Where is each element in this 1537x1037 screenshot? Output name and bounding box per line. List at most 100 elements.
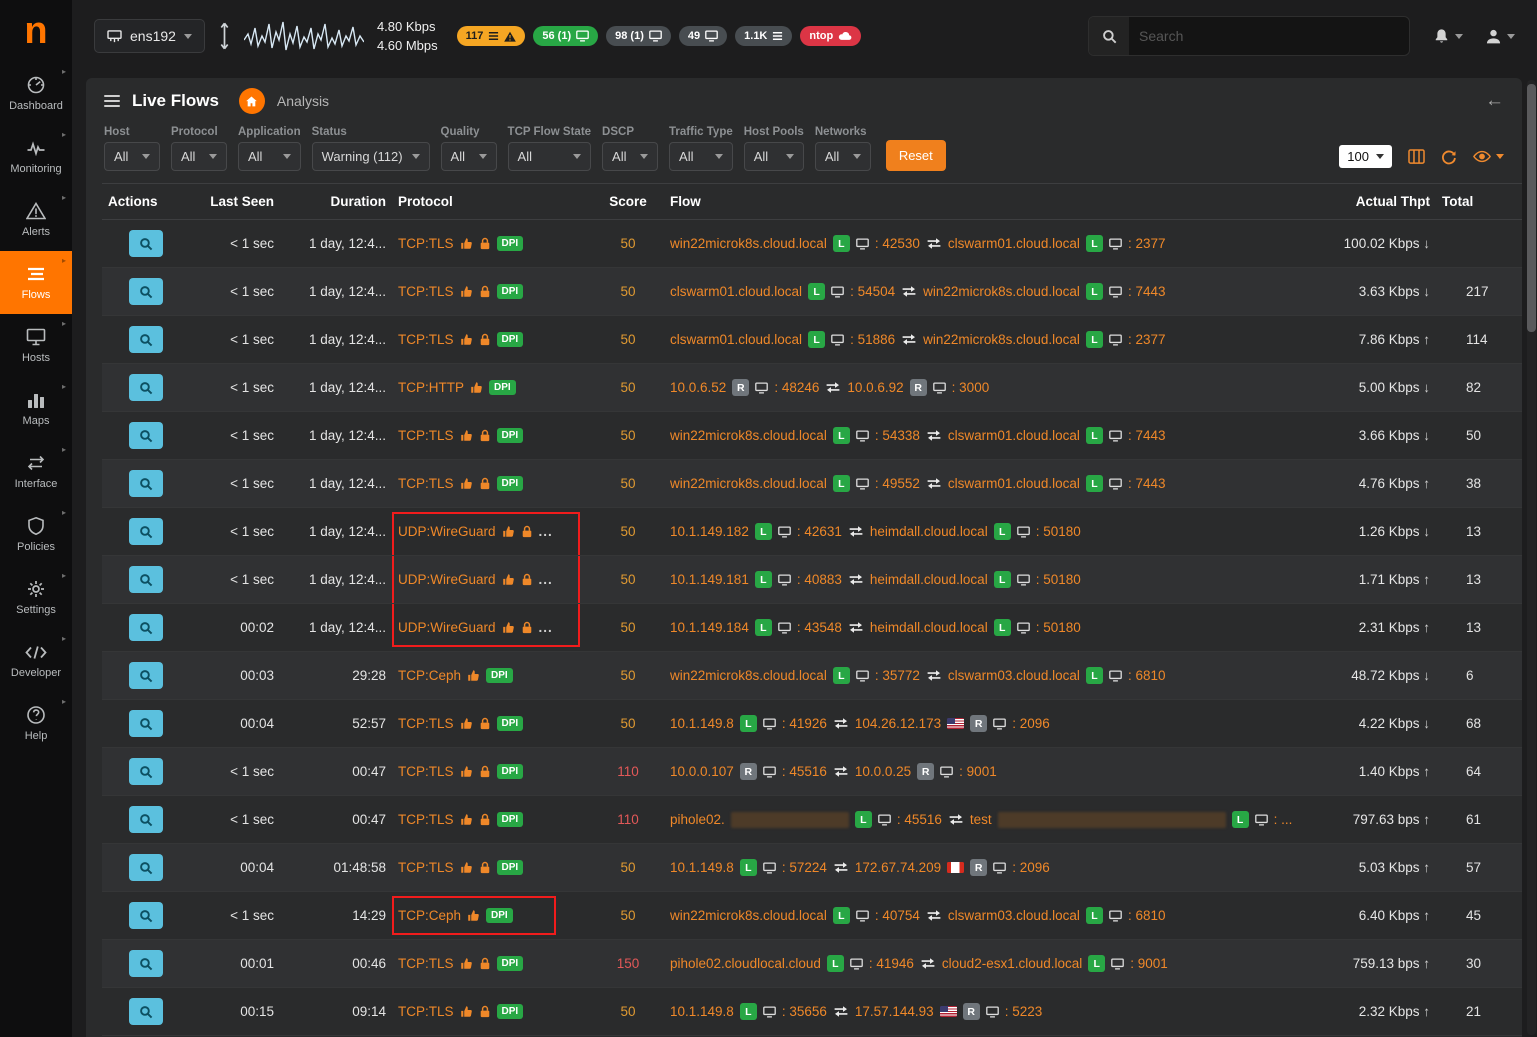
flow-host-link[interactable]: heimdall.cloud.local: [870, 572, 988, 587]
search-icon[interactable]: [1089, 17, 1129, 55]
flow-port-link[interactable]: : 3000: [952, 380, 990, 395]
flow-port-link[interactable]: : 41946: [869, 956, 914, 971]
column-header-flow[interactable]: Flow: [664, 184, 1304, 220]
user-menu[interactable]: [1485, 28, 1515, 45]
flow-port-link[interactable]: : ...: [1274, 812, 1293, 827]
protocol-link[interactable]: TCP:TLS: [398, 428, 454, 443]
score-link[interactable]: 110: [617, 812, 639, 827]
sidebar-item-hosts[interactable]: ▸Hosts: [0, 314, 72, 377]
flow-port-link[interactable]: : 7443: [1128, 428, 1166, 443]
flow-port-link[interactable]: : 6810: [1128, 908, 1166, 923]
score-link[interactable]: 50: [620, 524, 635, 539]
flow-details-button[interactable]: [129, 902, 163, 929]
column-header-score[interactable]: Score: [592, 184, 664, 220]
flow-port-link[interactable]: : 9001: [1130, 956, 1168, 971]
flow-port-link[interactable]: : 40754: [875, 908, 920, 923]
flow-port-link[interactable]: : 49552: [875, 476, 920, 491]
protocol-link[interactable]: TCP:TLS: [398, 476, 454, 491]
protocol-link[interactable]: TCP:TLS: [398, 716, 454, 731]
ntop-logo[interactable]: n: [0, 0, 72, 62]
column-header-duration[interactable]: Duration: [280, 184, 392, 220]
flow-host-link[interactable]: heimdall.cloud.local: [870, 620, 988, 635]
columns-icon[interactable]: [1408, 149, 1425, 164]
flow-host-link[interactable]: 10.1.149.182: [670, 524, 749, 539]
flow-details-button[interactable]: [129, 470, 163, 497]
flow-details-button[interactable]: [129, 518, 163, 545]
filter-protocol-select[interactable]: All: [171, 142, 227, 171]
filter-dscp-select[interactable]: All: [602, 142, 658, 171]
flow-details-button[interactable]: [129, 230, 163, 257]
score-link[interactable]: 50: [620, 860, 635, 875]
flow-host-link[interactable]: win22microk8s.cloud.local: [670, 908, 827, 923]
sidebar-item-maps[interactable]: ▸Maps: [0, 377, 72, 440]
flow-port-link[interactable]: : 2096: [1012, 716, 1050, 731]
flow-host-link[interactable]: win22microk8s.cloud.local: [670, 476, 827, 491]
flow-port-link[interactable]: : 50180: [1036, 572, 1081, 587]
flow-port-link[interactable]: : 50180: [1036, 524, 1081, 539]
flow-port-link[interactable]: : 2096: [1012, 860, 1050, 875]
flow-port-link[interactable]: : 57224: [782, 860, 827, 875]
filter-application-select[interactable]: All: [238, 142, 301, 171]
flow-port-link[interactable]: : 35656: [782, 1004, 827, 1019]
flow-host-link[interactable]: 10.1.149.181: [670, 572, 749, 587]
score-link[interactable]: 50: [620, 476, 635, 491]
status-badge-ntop[interactable]: ntop: [800, 26, 861, 46]
protocol-link[interactable]: TCP:TLS: [398, 332, 454, 347]
flow-details-button[interactable]: [129, 566, 163, 593]
sidebar-item-flows[interactable]: ▸Flows: [0, 251, 72, 314]
status-badge-98-1[interactable]: 98 (1): [606, 26, 671, 46]
flow-host-link[interactable]: 10.1.149.8: [670, 716, 734, 731]
status-badge-49[interactable]: 49: [679, 26, 727, 46]
refresh-icon[interactable]: [1441, 149, 1457, 165]
flow-host-link[interactable]: pihole02.cloudlocal.cloud: [670, 956, 821, 971]
protocol-link[interactable]: TCP:Ceph: [398, 908, 461, 923]
notifications-menu[interactable]: [1433, 28, 1463, 45]
status-badge-1-1k[interactable]: 1.1K: [735, 26, 792, 46]
sidebar-item-help[interactable]: ▸Help: [0, 692, 72, 755]
score-link[interactable]: 110: [617, 764, 639, 779]
reset-button[interactable]: Reset: [886, 140, 946, 171]
page-size-select[interactable]: 100: [1339, 145, 1392, 168]
score-link[interactable]: 50: [620, 428, 635, 443]
flow-host-link[interactable]: 10.1.149.8: [670, 860, 734, 875]
flow-port-link[interactable]: : 45516: [897, 812, 942, 827]
flow-details-button[interactable]: [129, 326, 163, 353]
protocol-link[interactable]: TCP:HTTP: [398, 380, 464, 395]
flow-host-link[interactable]: clswarm01.cloud.local: [948, 236, 1080, 251]
flow-host-link[interactable]: clswarm03.cloud.local: [948, 908, 1080, 923]
flow-host-link[interactable]: win22microk8s.cloud.local: [670, 236, 827, 251]
flow-details-button[interactable]: [129, 614, 163, 641]
protocol-link[interactable]: TCP:TLS: [398, 284, 454, 299]
protocol-link[interactable]: UDP:WireGuard: [398, 524, 496, 539]
score-link[interactable]: 50: [620, 284, 635, 299]
flow-host-link[interactable]: clswarm03.cloud.local: [948, 668, 1080, 683]
protocol-link[interactable]: TCP:TLS: [398, 1004, 454, 1019]
flow-port-link[interactable]: : 54338: [875, 428, 920, 443]
protocol-link[interactable]: TCP:TLS: [398, 764, 454, 779]
filter-host-select[interactable]: All: [104, 142, 160, 171]
flow-port-link[interactable]: : 41926: [782, 716, 827, 731]
score-link[interactable]: 150: [617, 956, 640, 971]
score-link[interactable]: 50: [620, 908, 635, 923]
filter-networks-select[interactable]: All: [815, 142, 871, 171]
flow-host-link[interactable]: clswarm01.cloud.local: [948, 428, 1080, 443]
flow-details-button[interactable]: [129, 806, 163, 833]
sidebar-item-monitoring[interactable]: ▸Monitoring: [0, 125, 72, 188]
sidebar-item-interface[interactable]: ▸Interface: [0, 440, 72, 503]
protocol-link[interactable]: TCP:TLS: [398, 812, 454, 827]
flow-host-link[interactable]: 104.26.12.173: [855, 716, 941, 731]
status-badge-117[interactable]: 117: [457, 26, 526, 46]
flow-host-link[interactable]: 10.1.149.8: [670, 1004, 734, 1019]
column-header-protocol[interactable]: Protocol: [392, 184, 592, 220]
flow-host-link[interactable]: win22microk8s.cloud.local: [923, 284, 1080, 299]
flow-details-button[interactable]: [129, 422, 163, 449]
protocol-link[interactable]: TCP:TLS: [398, 956, 454, 971]
scrollbar[interactable]: [1527, 80, 1536, 1035]
sidebar-item-developer[interactable]: ▸Developer: [0, 629, 72, 692]
score-link[interactable]: 50: [620, 620, 635, 635]
flow-host-link[interactable]: test: [970, 812, 992, 827]
protocol-link[interactable]: TCP:TLS: [398, 236, 454, 251]
score-link[interactable]: 50: [620, 668, 635, 683]
flow-port-link[interactable]: : 2377: [1128, 332, 1166, 347]
flow-port-link[interactable]: : 45516: [782, 764, 827, 779]
